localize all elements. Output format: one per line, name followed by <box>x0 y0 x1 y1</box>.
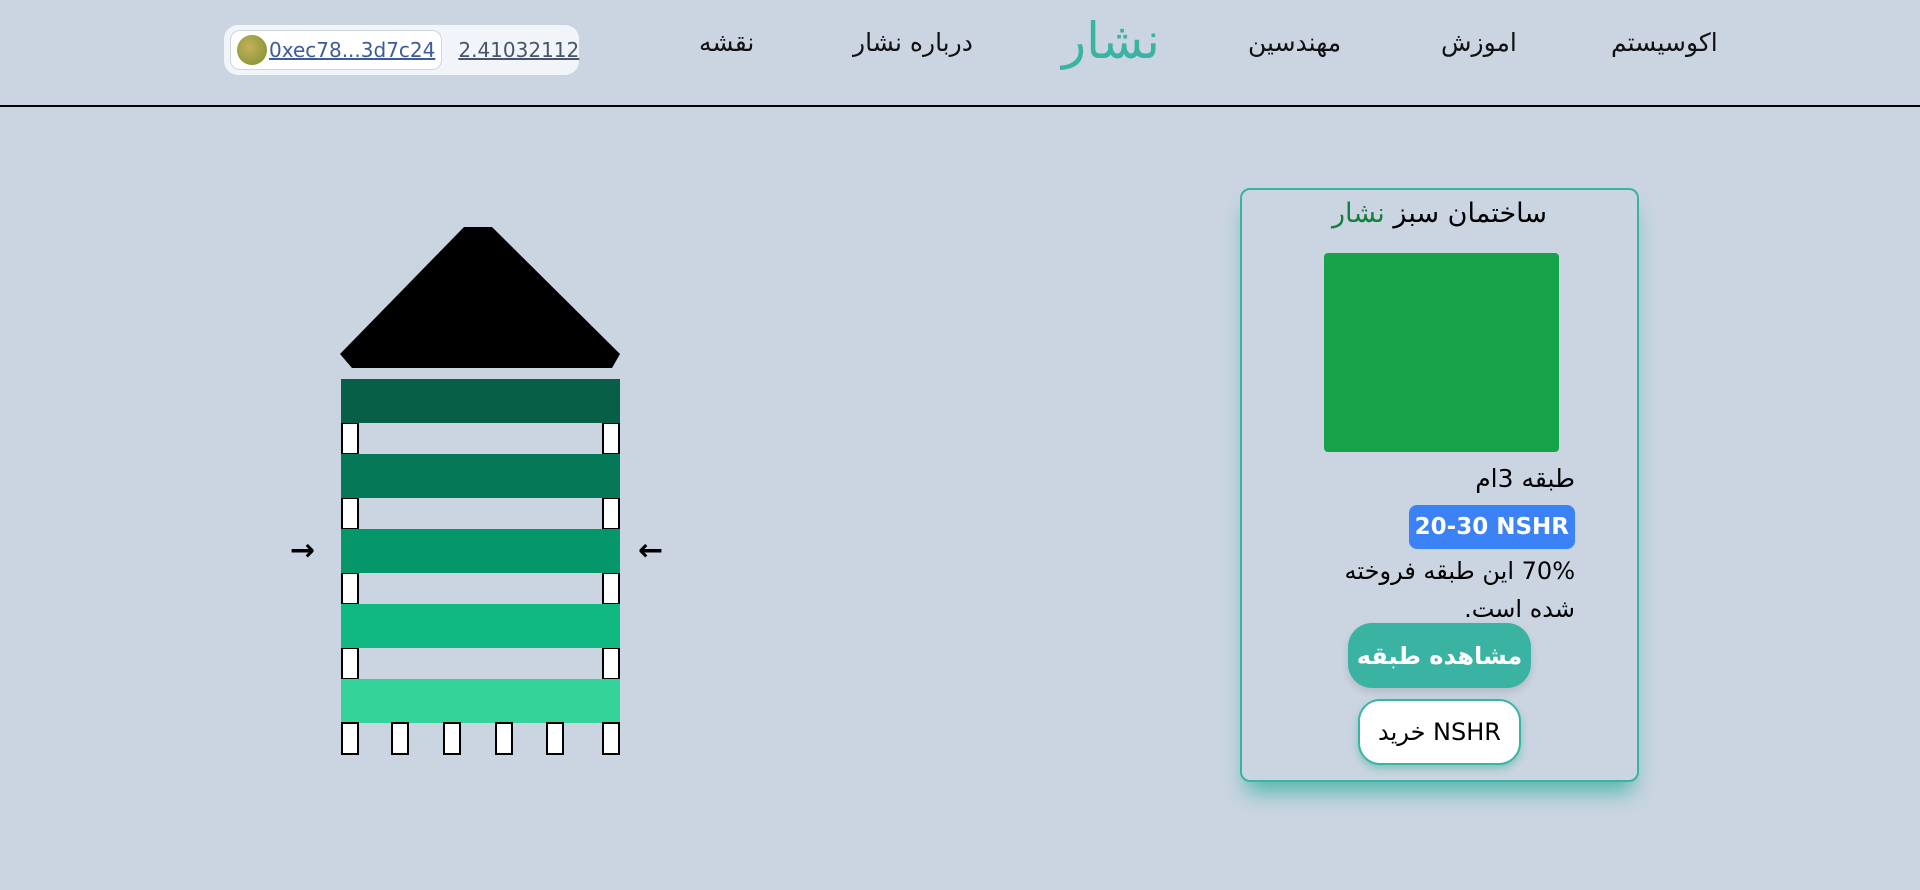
building-column <box>602 497 620 530</box>
avatar <box>237 35 267 65</box>
nav-engineers[interactable]: مهندسین <box>1248 28 1341 57</box>
building-column <box>341 422 359 455</box>
building-info-card: ساختمان سبز نشار طبقه 3ام 20-30 NSHR 70%… <box>1240 188 1639 782</box>
building-floor[interactable] <box>341 529 620 573</box>
nav-about[interactable]: درباره نشار <box>853 28 973 57</box>
top-navbar: 0xec78...3d7c24 2.41032112 نقشه درباره ن… <box>0 0 1920 107</box>
wallet-address-link[interactable]: 0xec78...3d7c24 <box>269 38 435 62</box>
building-column <box>341 647 359 680</box>
building-base-pillar <box>602 722 620 755</box>
building-floor[interactable] <box>341 679 620 723</box>
floor-image <box>1324 253 1559 452</box>
wallet-address-box[interactable]: 0xec78...3d7c24 <box>230 30 443 70</box>
building-column <box>602 572 620 605</box>
view-floor-button[interactable]: مشاهده طبقه <box>1348 623 1531 688</box>
building-floor[interactable] <box>341 604 620 648</box>
card-title: ساختمان سبز نشار <box>1242 198 1637 229</box>
brand-logo-text[interactable]: نشار <box>1062 12 1160 70</box>
nav-education[interactable]: اموزش <box>1441 28 1517 57</box>
wallet-widget[interactable]: 0xec78...3d7c24 2.41032112 <box>224 25 579 75</box>
building-base-pillar <box>495 722 513 755</box>
wallet-balance-link[interactable]: 2.41032112 <box>458 38 579 62</box>
building-base-pillar <box>341 722 359 755</box>
building-floor[interactable] <box>341 454 620 498</box>
building-column <box>341 497 359 530</box>
building-column <box>602 647 620 680</box>
building-column <box>602 422 620 455</box>
building-base-pillar <box>546 722 564 755</box>
building-column <box>341 572 359 605</box>
sold-percentage-text: 70% این طبقه فروخته شده است. <box>1344 557 1575 623</box>
floor-label: طبقه 3ام <box>1475 464 1575 493</box>
nav-ecosystem[interactable]: اکوسیستم <box>1611 28 1718 57</box>
card-title-accent: نشار <box>1331 198 1385 229</box>
building-base-pillar <box>391 722 409 755</box>
building-base-pillar <box>443 722 461 755</box>
buy-nshr-button[interactable]: خرید NSHR <box>1358 699 1521 765</box>
building-illustration <box>340 227 620 755</box>
building-floor[interactable] <box>341 379 620 423</box>
floor-pointer-left-icon: → <box>290 533 316 568</box>
building-roof <box>340 227 620 368</box>
card-title-prefix: ساختمان سبز <box>1393 198 1548 229</box>
floor-pointer-right-icon: ← <box>638 533 664 568</box>
nav-map[interactable]: نقشه <box>699 28 754 57</box>
price-badge: 20-30 NSHR <box>1408 505 1575 549</box>
